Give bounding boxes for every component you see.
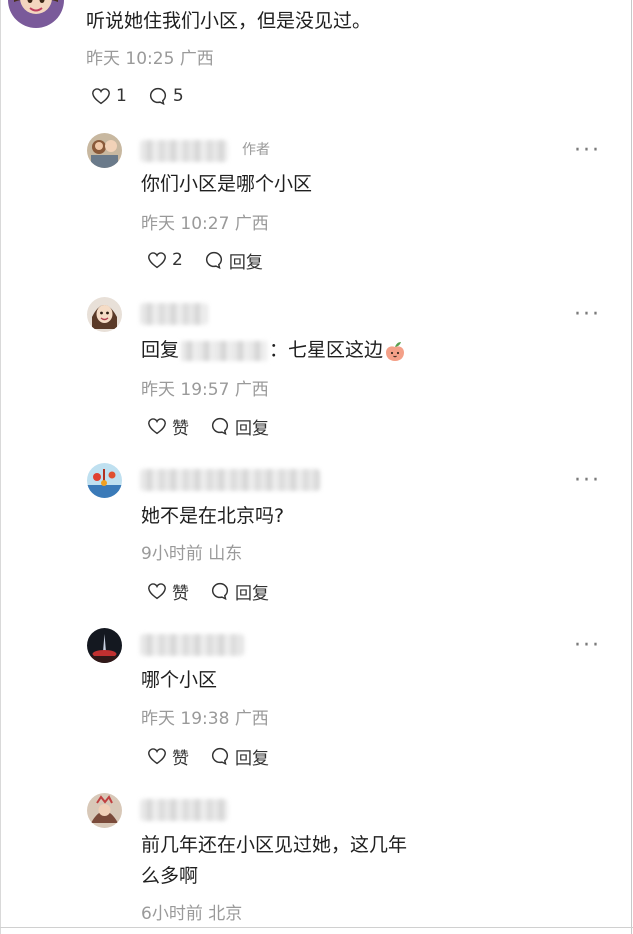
comment-time: 9小时前 (141, 544, 203, 564)
comment-time: 昨天 10:27 (141, 214, 230, 234)
avatar[interactable] (87, 628, 122, 663)
comment-location: 北京 (208, 904, 243, 924)
like-label: 赞 (172, 748, 189, 769)
frame-right-border (631, 0, 632, 934)
reply-label: 回复 (235, 583, 269, 604)
comment-location: 广西 (234, 380, 269, 400)
comment-text: 哪个小区 (141, 669, 218, 691)
avatar[interactable] (8, 0, 64, 28)
like-count: 1 (116, 86, 127, 106)
reply-label: 回复 (235, 418, 269, 439)
more-button[interactable]: ··· (574, 304, 601, 326)
comment-actions: 赞 回复 (146, 414, 269, 439)
comment-bubble-icon (212, 582, 229, 601)
heart-icon (148, 418, 166, 435)
comment-bubble-icon (205, 251, 222, 270)
frame-bottom-border (0, 927, 633, 928)
comment-bubble-icon (149, 87, 166, 106)
comment-meta: 昨天 19:38 广西 (141, 708, 269, 730)
like-button[interactable]: 赞 (146, 744, 189, 769)
comment-text: 回复 ：七星区这边 (141, 335, 407, 365)
comment-time: 昨天 10:25 (86, 49, 175, 69)
reply-button[interactable]: 回复 (209, 579, 269, 604)
author-badge: 作者 (242, 142, 270, 158)
comment-actions: 1 5 (90, 84, 184, 108)
heart-icon (92, 88, 110, 105)
comment-time: 昨天 19:38 (141, 709, 230, 729)
like-button[interactable]: 赞 (146, 579, 189, 604)
avatar[interactable] (87, 793, 122, 828)
username-blurred[interactable] (140, 469, 320, 491)
reply-button[interactable]: 回复 (209, 744, 269, 769)
comment-time: 6小时前 (141, 904, 203, 924)
comment-meta: 6小时前 北京 (141, 903, 242, 925)
reply-button[interactable]: 5 (147, 85, 184, 107)
comment-bubble-icon (212, 747, 229, 766)
username-blurred[interactable] (140, 799, 228, 821)
comment-text: 听说她住我们小区，但是没见过。 (86, 10, 372, 32)
comment-actions: 赞 回复 (146, 744, 269, 769)
username-blurred[interactable] (140, 140, 228, 162)
more-button[interactable]: ··· (574, 635, 601, 657)
comment-meta: 昨天 10:27 广西 (141, 213, 269, 235)
heart-icon (148, 583, 166, 600)
avatar[interactable] (87, 463, 122, 498)
peach-emoji (386, 341, 405, 361)
like-count: 2 (172, 250, 183, 270)
comment-bubble-icon (212, 417, 229, 436)
avatar[interactable] (87, 133, 122, 168)
comment-text: 前几年还在小区见过她，这几年 (141, 834, 408, 856)
username-blurred[interactable] (140, 303, 208, 325)
reply-button[interactable]: 回复 (203, 248, 263, 273)
reply-button[interactable]: 回复 (209, 414, 269, 439)
reply-label: 回复 (235, 748, 269, 769)
reply-count: 5 (172, 86, 184, 106)
reply-label: 回复 (228, 252, 263, 273)
reply-prefix: 回复 (141, 339, 180, 361)
heart-icon (148, 748, 166, 765)
comment-text-line: 前几年还在小区见过她，这几年 (141, 830, 444, 860)
like-button[interactable]: 1 (90, 85, 127, 107)
mentioned-user-blurred[interactable] (181, 340, 268, 361)
comment-time: 昨天 19:57 (141, 380, 230, 400)
like-label: 赞 (172, 418, 189, 439)
comment-text-continued: 么多啊 (141, 865, 199, 887)
comment-actions: 赞 回复 (146, 579, 269, 604)
comment-text: 她不是在北京吗? (141, 505, 285, 527)
like-button[interactable]: 2 (146, 249, 183, 271)
comment-location: 广西 (179, 49, 214, 69)
comment-meta: 昨天 19:57 广西 (141, 379, 269, 401)
comment-text: 你们小区是哪个小区 (141, 173, 313, 195)
heart-icon (148, 252, 166, 269)
like-button[interactable]: 赞 (146, 414, 189, 439)
frame-left-border (0, 0, 1, 934)
comment-location: 山东 (208, 544, 243, 564)
avatar[interactable] (87, 297, 122, 332)
comment-location: 广西 (234, 214, 269, 234)
like-label: 赞 (172, 583, 189, 604)
comment-meta: 昨天 10:25 广西 (86, 48, 214, 70)
username-blurred[interactable] (140, 634, 244, 656)
comment-meta: 9小时前 山东 (141, 543, 242, 565)
comment-actions: 2 回复 (146, 248, 263, 273)
reply-body: ：七星区这边 (269, 339, 384, 361)
comment-location: 广西 (234, 709, 269, 729)
more-button[interactable]: ··· (574, 140, 601, 162)
more-button[interactable]: ··· (574, 470, 601, 492)
